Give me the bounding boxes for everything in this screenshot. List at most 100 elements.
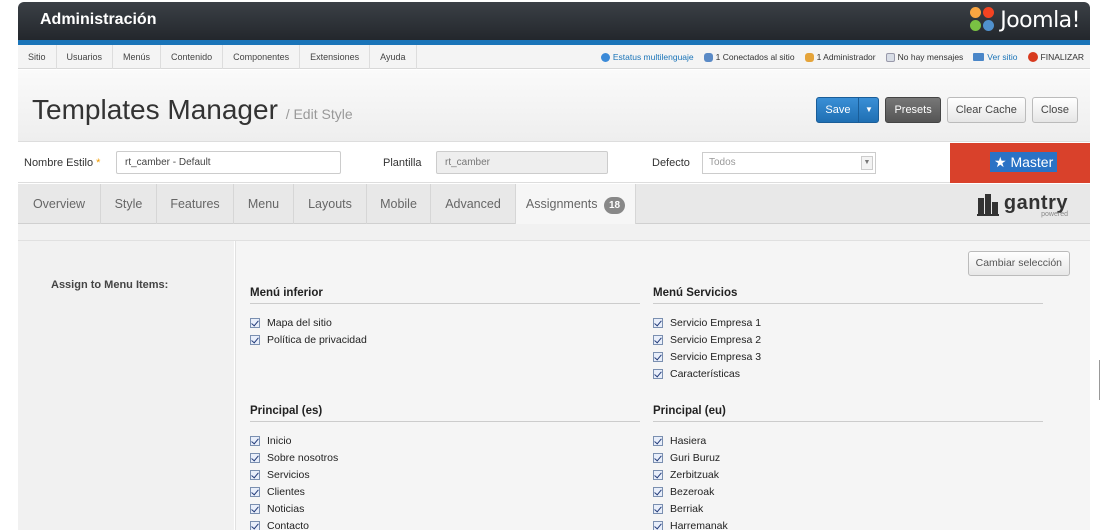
menu-item-contenido[interactable]: Contenido (161, 45, 224, 69)
default-select[interactable]: Todos ▼ (702, 152, 876, 174)
menu-item-checkbox[interactable]: Servicio Empresa 3 (653, 348, 1043, 365)
default-select-value: Todos (709, 157, 736, 168)
menu-item-checkbox[interactable]: Servicio Empresa 1 (653, 314, 1043, 331)
tab-advanced[interactable]: Advanced (431, 184, 516, 224)
menu-item-label: Noticias (267, 502, 305, 515)
view-site-label: Ver sitio (987, 52, 1018, 62)
checkbox-checked-icon[interactable] (653, 452, 663, 463)
menu-item-menus[interactable]: Menús (113, 45, 162, 69)
checkbox-checked-icon[interactable] (250, 520, 260, 530)
caret-down-icon[interactable]: ▼ (858, 98, 878, 122)
checkbox-checked-icon[interactable] (653, 435, 663, 446)
presets-button[interactable]: Presets (885, 97, 941, 123)
tab-layouts[interactable]: Layouts (294, 184, 367, 224)
menu-item-checkbox[interactable]: Contacto (250, 517, 640, 530)
page-title: Templates Manager / Edit Style (32, 94, 353, 126)
menu-item-checkbox[interactable]: Servicios (250, 466, 640, 483)
menu-item-label: Servicios (267, 468, 310, 481)
menu-group-principal-eu: Principal (eu) Hasiera Guri Buruz Zerbit… (653, 405, 1043, 530)
globe-icon (600, 52, 610, 62)
checkbox-checked-icon[interactable] (250, 317, 260, 328)
menu-item-label: Clientes (267, 485, 305, 498)
admin-title[interactable]: Administración (40, 11, 156, 29)
checkbox-checked-icon[interactable] (250, 503, 260, 514)
checkbox-checked-icon[interactable] (653, 351, 663, 362)
save-button[interactable]: Save ▼ (816, 97, 880, 123)
menu-item-checkbox[interactable]: Clientes (250, 483, 640, 500)
checkbox-checked-icon[interactable] (250, 469, 260, 480)
clear-cache-button[interactable]: Clear Cache (946, 97, 1026, 123)
page-root: Administración Joomla! Sitio Usuarios Me… (0, 0, 1100, 530)
mail-icon (885, 52, 895, 62)
chevron-down-icon: ▼ (861, 156, 873, 170)
tab-assignments[interactable]: Assignments 18 (516, 184, 636, 224)
checkbox-checked-icon[interactable] (653, 334, 663, 345)
menu-item-label: Hasiera (670, 434, 707, 447)
joomla-logo-icon (970, 7, 996, 33)
connected-users[interactable]: 1 Conectados al sitio (703, 52, 795, 62)
checkbox-checked-icon[interactable] (653, 520, 663, 530)
style-form-row: Nombre Estilo * rt_camber - Default Plan… (18, 143, 1090, 183)
view-site-link[interactable]: Ver sitio (973, 52, 1018, 62)
admin-users-label: 1 Administrador (816, 52, 876, 62)
menu-item-checkbox[interactable]: Mapa del sitio (250, 314, 640, 331)
menu-item-label: Características (670, 367, 741, 380)
master-button[interactable]: ★ Master (950, 143, 1090, 183)
checkbox-checked-icon[interactable] (250, 452, 260, 463)
menu-item-checkbox[interactable]: Bezeroak (653, 483, 1043, 500)
menu-item-checkbox[interactable]: Inicio (250, 432, 640, 449)
checkbox-checked-icon[interactable] (653, 503, 663, 514)
menu-item-usuarios[interactable]: Usuarios (57, 45, 114, 69)
menu-item-checkbox[interactable]: Harremanak (653, 517, 1043, 530)
tab-mobile[interactable]: Mobile (367, 184, 431, 224)
menu-item-componentes[interactable]: Componentes (223, 45, 301, 69)
assignments-count-badge: 18 (603, 197, 626, 214)
checkbox-checked-icon[interactable] (653, 469, 663, 480)
assign-menu-items-label: Assign to Menu Items: (51, 279, 169, 291)
checkbox-checked-icon[interactable] (653, 317, 663, 328)
template-input: rt_camber (436, 151, 608, 174)
checkbox-checked-icon[interactable] (250, 435, 260, 446)
messages-status[interactable]: No hay mensajes (885, 52, 963, 62)
joomla-logo[interactable]: Joomla! (970, 7, 1080, 33)
tab-style[interactable]: Style (101, 184, 157, 224)
style-name-input[interactable]: rt_camber - Default (116, 151, 341, 174)
close-button[interactable]: Close (1031, 97, 1078, 123)
menu-item-checkbox[interactable]: Política de privacidad (250, 331, 640, 348)
logout-label: FINALIZAR (1040, 52, 1084, 62)
tab-menu[interactable]: Menu (234, 184, 294, 224)
menu-item-checkbox[interactable]: Berriak (653, 500, 1043, 517)
checkbox-checked-icon[interactable] (653, 486, 663, 497)
tab-features[interactable]: Features (157, 184, 234, 224)
menu-item-checkbox[interactable]: Guri Buruz (653, 449, 1043, 466)
admin-users[interactable]: 1 Administrador (804, 52, 876, 62)
menu-item-checkbox[interactable]: Servicio Empresa 2 (653, 331, 1043, 348)
change-selection-button[interactable]: Cambiar selección (967, 251, 1070, 276)
multilang-status[interactable]: Estatus multilenguaje (600, 52, 694, 62)
tab-assignments-label: Assignments (525, 197, 598, 211)
menu-item-label: Guri Buruz (670, 451, 721, 464)
power-icon (1027, 52, 1038, 62)
menu-item-checkbox[interactable]: Sobre nosotros (250, 449, 640, 466)
checkbox-checked-icon[interactable] (250, 486, 260, 497)
assignments-panel: Cambiar selección Menú inferior Mapa del… (235, 241, 1090, 530)
menu-item-sitio[interactable]: Sitio (18, 45, 57, 69)
menu-item-extensiones[interactable]: Extensiones (300, 45, 371, 69)
required-mark: * (96, 157, 101, 169)
menu-item-checkbox[interactable]: Características (653, 365, 1043, 382)
menu-item-checkbox[interactable]: Noticias (250, 500, 640, 517)
status-bar: Estatus multilenguaje 1 Conectados al si… (600, 45, 1084, 69)
menu-item-label: Servicio Empresa 2 (670, 333, 762, 346)
checkbox-checked-icon[interactable] (250, 334, 260, 345)
menu-item-label: Servicio Empresa 1 (670, 316, 762, 329)
menu-group-title: Principal (es) (250, 405, 640, 422)
logout-link[interactable]: FINALIZAR (1027, 52, 1084, 62)
checkbox-checked-icon[interactable] (653, 368, 663, 379)
menu-item-label: Contacto (267, 519, 310, 530)
menu-item-checkbox[interactable]: Hasiera (653, 432, 1043, 449)
assignments-sidebar: Assign to Menu Items: (18, 241, 234, 530)
joomla-logo-text: Joomla! (1000, 7, 1080, 33)
menu-item-ayuda[interactable]: Ayuda (370, 45, 417, 69)
menu-item-checkbox[interactable]: Zerbitzuak (653, 466, 1043, 483)
tab-overview[interactable]: Overview (18, 184, 101, 224)
